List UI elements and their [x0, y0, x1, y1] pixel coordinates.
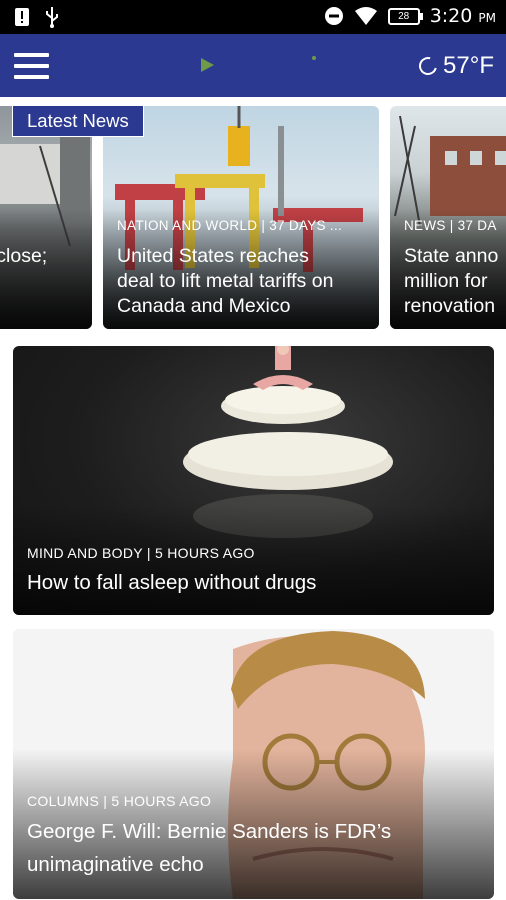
alert-icon [15, 8, 29, 26]
carousel-card[interactable]: NATION AND WORLD | 37 DAYS ... United St… [103, 106, 379, 329]
usb-icon [46, 7, 58, 28]
card-title: George F. Will: Bernie Sanders is FDR’s … [27, 815, 391, 881]
card-meta: MIND AND BODY | 5 HOURS AGO [27, 545, 255, 561]
battery-icon: 28 [387, 7, 423, 25]
battery-level: 28 [398, 10, 410, 22]
clock-ampm: PM [478, 11, 496, 25]
card-title: State anno million for renovation [404, 244, 498, 319]
crescent-moon-icon [415, 53, 441, 79]
title-line: United States reaches [117, 245, 309, 267]
latest-news-carousel[interactable]: o close; ns NATION AND WORLD | 37 DAYS .… [0, 104, 506, 329]
title-line: deal to lift metal tariffs on [117, 270, 334, 292]
carousel-card[interactable]: NEWS | 37 DA State anno million for reno… [390, 106, 506, 329]
title-line: o close; [0, 245, 48, 267]
latest-news-badge: Latest News [12, 105, 144, 137]
title-line: renovation [404, 295, 496, 317]
app-header: 57°F [0, 34, 506, 97]
clock-time: 3:20 [429, 5, 473, 27]
title-line: Canada and Mexico [117, 295, 291, 317]
card-title: o close; ns [0, 244, 47, 294]
weather-widget[interactable]: 57°F [415, 52, 494, 80]
logo-dot [312, 56, 316, 60]
title-line: State anno [404, 245, 499, 267]
carousel-card[interactable]: o close; ns [0, 106, 92, 329]
hamburger-menu-icon[interactable] [14, 53, 49, 79]
clock: 3:20 PM [430, 5, 496, 27]
title-line: ns [0, 269, 47, 294]
card-meta: COLUMNS | 5 HOURS AGO [27, 793, 212, 809]
temperature: 57°F [443, 52, 494, 79]
status-bar: 28 3:20 PM [0, 0, 506, 34]
card-title: How to fall asleep without drugs [27, 571, 317, 594]
card-meta: NEWS | 37 DA [404, 218, 497, 233]
do-not-disturb-icon [324, 7, 343, 25]
title-line: million for [404, 270, 488, 292]
wifi-icon [354, 7, 377, 25]
title-line: unimaginative echo [27, 853, 204, 876]
card-meta: NATION AND WORLD | 37 DAYS ... [117, 218, 343, 233]
article-card[interactable]: COLUMNS | 5 HOURS AGO George F. Will: Be… [13, 629, 494, 899]
title-line: George F. Will: Bernie Sanders is FDR’s [27, 820, 392, 843]
logo-icon [201, 58, 214, 72]
article-card[interactable]: MIND AND BODY | 5 HOURS AGO How to fall … [13, 346, 494, 615]
card-title: United States reaches deal to lift metal… [117, 244, 333, 319]
